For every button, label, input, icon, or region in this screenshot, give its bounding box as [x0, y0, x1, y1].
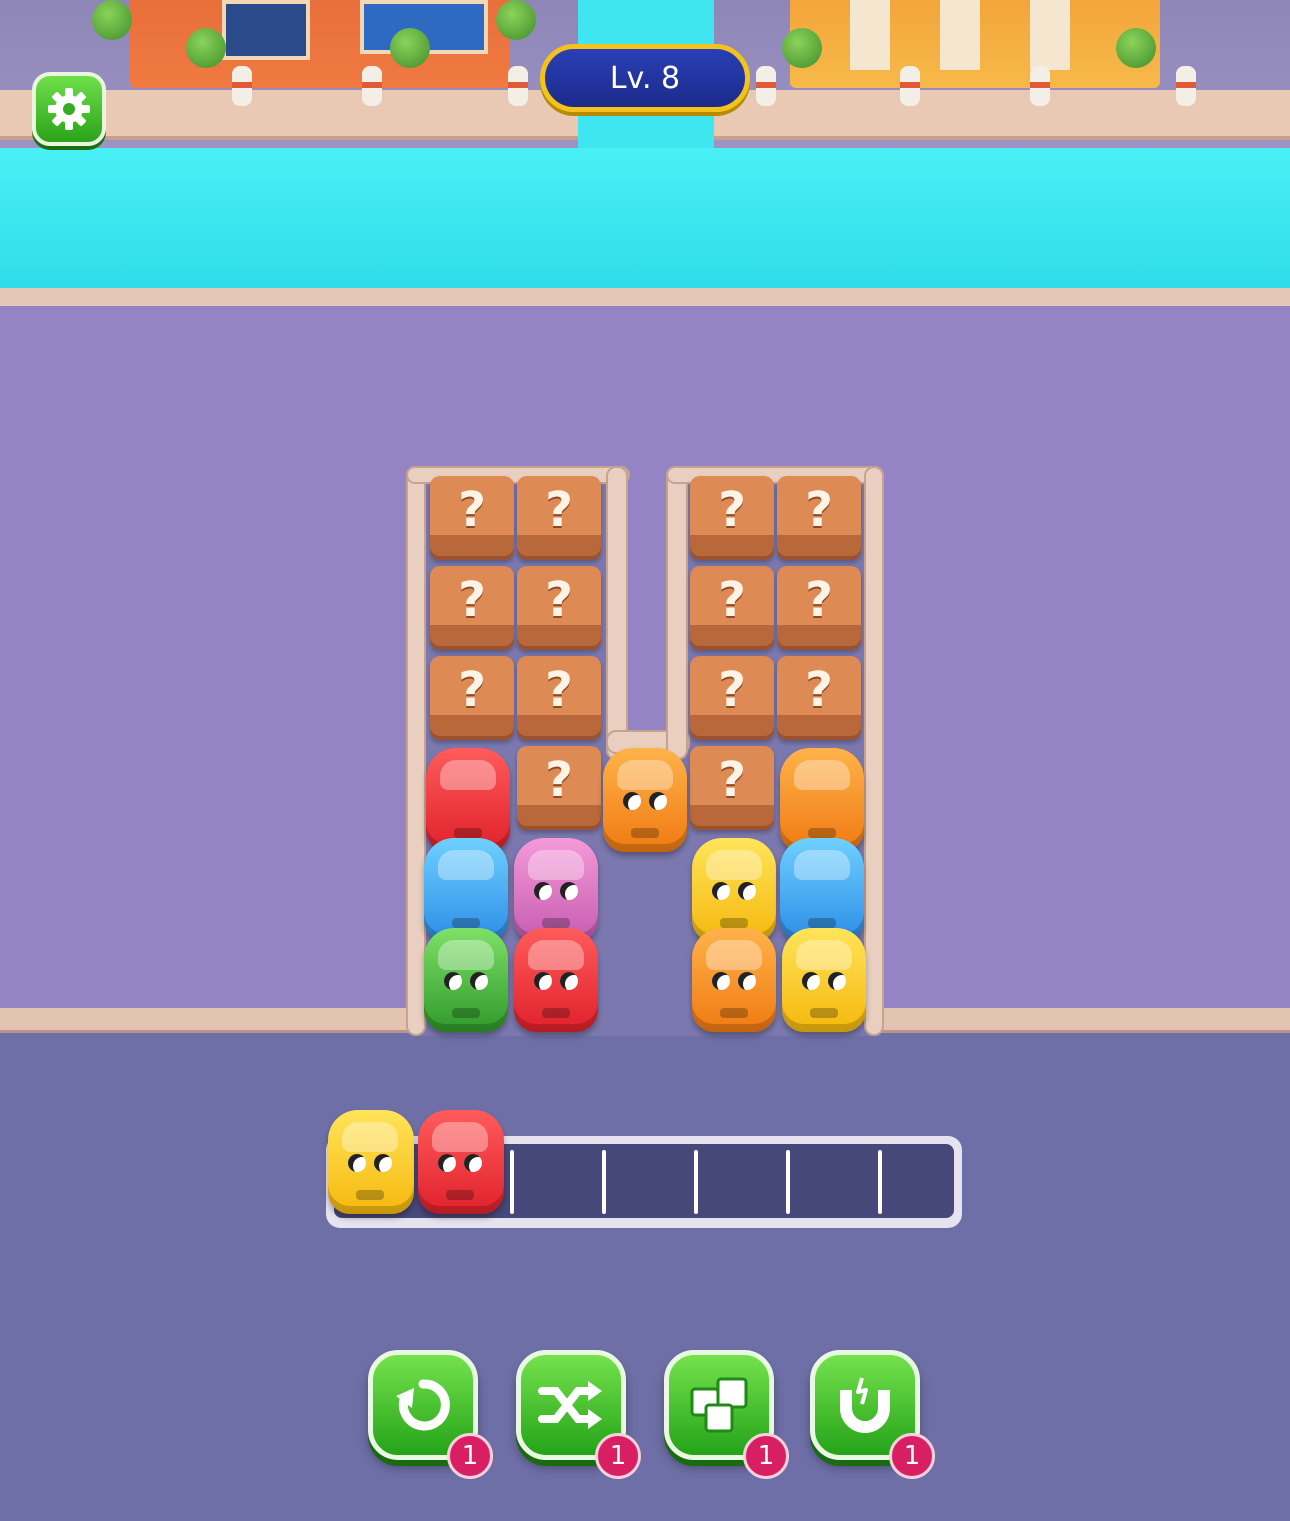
gear-icon — [48, 88, 90, 130]
slot-divider — [602, 1150, 606, 1214]
magnet-button[interactable]: 1 — [810, 1350, 935, 1479]
level-indicator: Lv. 8 — [540, 44, 750, 112]
road — [0, 1026, 1290, 1521]
mystery-crate[interactable]: ? — [690, 746, 774, 830]
car-blue[interactable] — [780, 838, 864, 942]
plaza-edge-right — [872, 1008, 1290, 1033]
undo-button[interactable]: 1 — [368, 1350, 493, 1479]
building-column — [940, 0, 980, 70]
building-door — [222, 0, 310, 60]
car-red[interactable] — [514, 928, 598, 1032]
shuffle-button[interactable]: 1 — [516, 1350, 641, 1479]
booster-count-badge: 1 — [447, 1433, 493, 1479]
bollard — [1030, 66, 1050, 106]
shuffle-icon — [538, 1381, 602, 1429]
lot-wall — [606, 466, 628, 760]
blocks-icon — [690, 1377, 748, 1433]
booster-count-badge: 1 — [595, 1433, 641, 1479]
magnet-icon — [840, 1377, 890, 1433]
slot-divider — [694, 1150, 698, 1214]
slot-divider — [786, 1150, 790, 1214]
undo-icon — [396, 1379, 450, 1431]
slot-divider — [510, 1150, 514, 1214]
mystery-crate[interactable]: ? — [430, 476, 514, 560]
mystery-crate[interactable]: ? — [517, 746, 601, 830]
mystery-crate[interactable]: ? — [777, 566, 861, 650]
sort-button[interactable]: 1 — [664, 1350, 789, 1479]
water-channel — [0, 148, 1290, 288]
lot-wall — [406, 466, 426, 1036]
car-orange[interactable] — [692, 928, 776, 1032]
mystery-crate[interactable]: ? — [690, 476, 774, 560]
bollard — [900, 66, 920, 106]
lot-wall — [666, 466, 688, 760]
bollard — [756, 66, 776, 106]
bollard — [232, 66, 252, 106]
mystery-crate[interactable]: ? — [430, 656, 514, 740]
car-yellow[interactable] — [692, 838, 776, 942]
mystery-crate[interactable]: ? — [517, 656, 601, 740]
mystery-crate[interactable]: ? — [430, 566, 514, 650]
booster-count-badge: 1 — [889, 1433, 935, 1479]
mystery-crate[interactable]: ? — [777, 476, 861, 560]
car-yellow[interactable] — [782, 928, 866, 1032]
mystery-crate[interactable]: ? — [517, 476, 601, 560]
car-blue[interactable] — [424, 838, 508, 942]
car-orange[interactable] — [780, 748, 864, 852]
queue-car-yellow — [328, 1110, 414, 1214]
sidewalk-right — [714, 90, 1290, 140]
car-orange[interactable] — [603, 748, 687, 852]
plant-icon — [496, 0, 536, 40]
mystery-crate[interactable]: ? — [690, 566, 774, 650]
level-label: Lv. 8 — [609, 60, 681, 96]
bollard — [362, 66, 382, 106]
plaza-edge-left — [0, 1008, 420, 1033]
booster-count-badge: 1 — [743, 1433, 789, 1479]
bollard — [508, 66, 528, 106]
building-column — [850, 0, 890, 70]
building-column — [1030, 0, 1070, 70]
mystery-crate[interactable]: ? — [777, 656, 861, 740]
plant-icon — [1116, 28, 1156, 68]
queue-car-red — [418, 1110, 504, 1214]
plant-icon — [782, 28, 822, 68]
building-right — [790, 0, 1160, 88]
mystery-crate[interactable]: ? — [690, 656, 774, 740]
car-green[interactable] — [424, 928, 508, 1032]
slot-divider — [878, 1150, 882, 1214]
car-red[interactable] — [426, 748, 510, 852]
plant-icon — [390, 28, 430, 68]
plant-icon — [186, 28, 226, 68]
settings-button[interactable] — [32, 72, 106, 146]
plant-icon — [92, 0, 132, 40]
bollard — [1176, 66, 1196, 106]
mystery-crate[interactable]: ? — [517, 566, 601, 650]
car-pink[interactable] — [514, 838, 598, 942]
lot-wall — [864, 466, 884, 1036]
